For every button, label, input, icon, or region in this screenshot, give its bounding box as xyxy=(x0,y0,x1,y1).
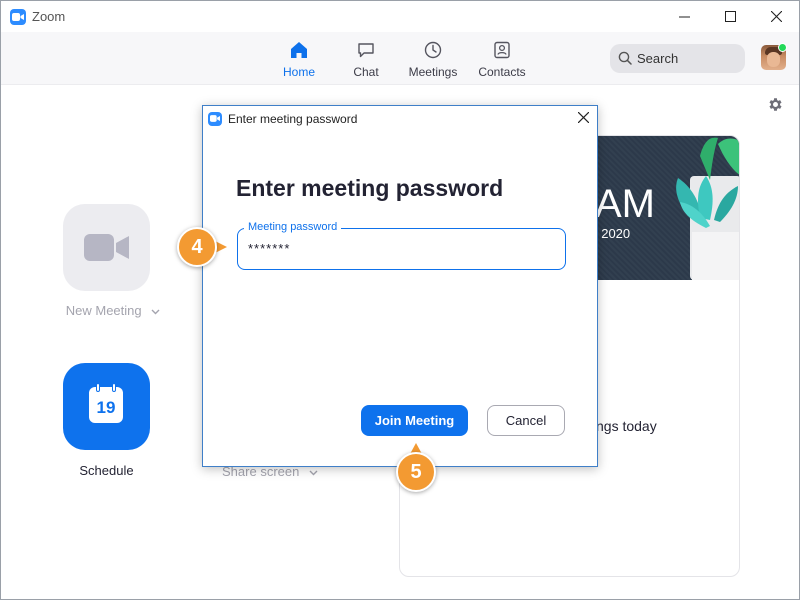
password-dialog: Enter meeting password Enter meeting pas… xyxy=(202,105,598,467)
chat-icon xyxy=(331,41,401,61)
join-meeting-button[interactable]: Join Meeting xyxy=(361,405,468,436)
step-callout-5: 5 xyxy=(396,452,436,492)
minimize-button[interactable] xyxy=(661,1,707,32)
clock-icon xyxy=(398,41,468,61)
nav-tab-home[interactable]: Home xyxy=(264,41,334,79)
dialog-heading: Enter meeting password xyxy=(236,175,504,201)
calendar-icon: 19 xyxy=(89,383,123,423)
maximize-button[interactable] xyxy=(707,1,753,32)
contacts-icon xyxy=(467,41,537,61)
no-meetings-text: ngs today xyxy=(596,418,657,434)
new-meeting-button[interactable] xyxy=(63,204,150,291)
search-icon xyxy=(618,51,632,65)
plant-illustration-icon xyxy=(676,137,739,280)
title-bar: Zoom xyxy=(1,1,799,32)
zoom-logo-icon xyxy=(208,112,222,126)
nav-tab-meetings-label: Meetings xyxy=(408,65,458,79)
avatar-face xyxy=(767,52,780,67)
meeting-password-label: Meeting password xyxy=(244,221,342,233)
maximize-icon xyxy=(724,11,736,22)
search-button[interactable]: Search xyxy=(610,44,745,73)
clock-time: AM xyxy=(595,182,655,226)
nav-tab-meetings[interactable]: Meetings xyxy=(398,41,468,79)
zoom-window: Zoom Home Chat Meetings Contacts Search … xyxy=(0,0,800,600)
home-icon xyxy=(264,41,334,61)
video-camera-icon xyxy=(84,234,129,261)
top-navigation: Home Chat Meetings Contacts Search xyxy=(1,32,799,85)
meeting-password-field[interactable]: Meeting password xyxy=(237,221,566,270)
dialog-close-icon[interactable] xyxy=(578,112,589,123)
zoom-logo-icon xyxy=(10,9,26,25)
new-meeting-text: New Meeting xyxy=(65,303,142,318)
dialog-title: Enter meeting password xyxy=(228,112,358,126)
chevron-down-icon xyxy=(309,470,318,476)
calendar-day: 19 xyxy=(96,398,116,417)
nav-tab-home-label: Home xyxy=(282,65,315,79)
settings-gear-icon[interactable] xyxy=(767,96,784,113)
step-callout-4: 4 xyxy=(177,227,217,267)
calendar-ring xyxy=(96,383,100,392)
window-title: Zoom xyxy=(32,9,66,24)
schedule-label: Schedule xyxy=(79,463,134,478)
schedule-button[interactable]: 19 xyxy=(63,363,150,450)
new-meeting-label[interactable]: New Meeting xyxy=(53,303,173,318)
chevron-down-icon xyxy=(151,309,160,315)
nav-tab-chat-label: Chat xyxy=(353,65,379,79)
close-icon xyxy=(770,11,782,22)
minimize-icon xyxy=(678,16,690,18)
dialog-title-bar: Enter meeting password xyxy=(203,106,597,132)
nav-tab-chat[interactable]: Chat xyxy=(331,41,401,79)
nav-tab-contacts[interactable]: Contacts xyxy=(467,41,537,79)
nav-tab-contacts-label: Contacts xyxy=(478,65,526,79)
clock-date: , 2020 xyxy=(594,226,631,241)
cancel-button[interactable]: Cancel xyxy=(487,405,565,436)
calendar-ring xyxy=(112,383,116,392)
close-window-button[interactable] xyxy=(753,1,799,32)
online-status-badge xyxy=(778,43,787,52)
meeting-password-input[interactable] xyxy=(248,241,548,256)
search-label: Search xyxy=(637,51,679,66)
